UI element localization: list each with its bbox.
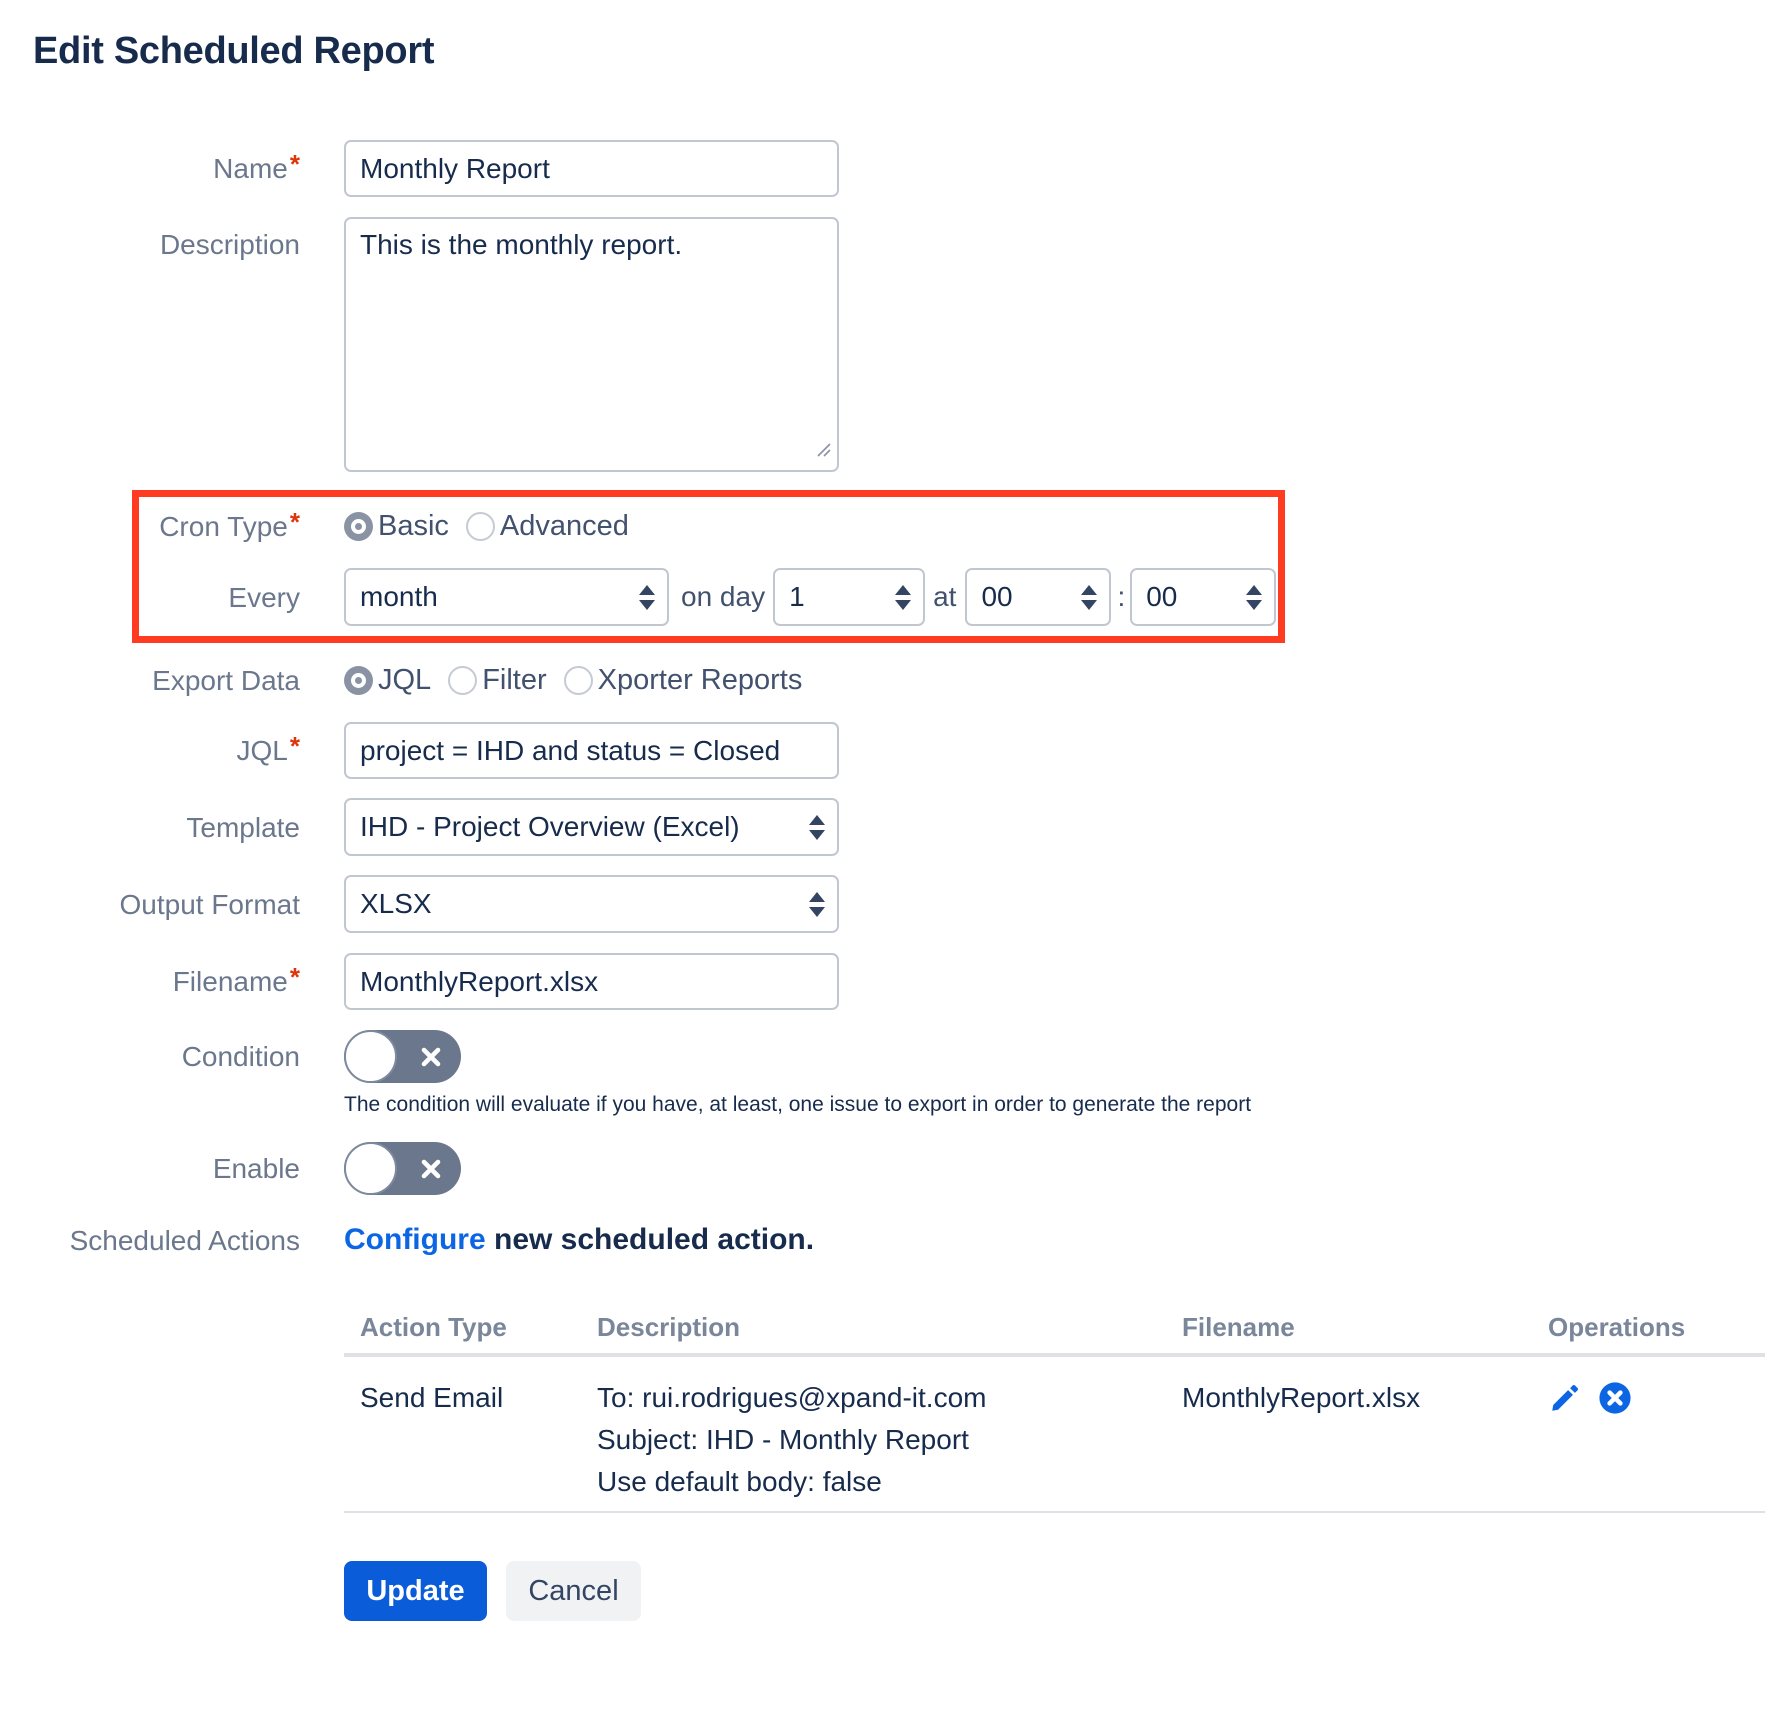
description-line: Subject: IHD - Monthly Report	[597, 1419, 1182, 1461]
cron-type-basic-label: Basic	[378, 510, 449, 543]
description-line: Use default body: false	[597, 1461, 1182, 1503]
name-label: Name*	[0, 151, 300, 186]
jql-input[interactable]	[344, 722, 839, 779]
cron-type-row: Cron Type* Basic Advanced	[139, 509, 1278, 544]
action-type-cell: Send Email	[344, 1377, 597, 1503]
spinner-arrows-icon	[895, 585, 911, 610]
scheduled-actions-label: Scheduled Actions	[0, 1223, 300, 1258]
condition-row: Condition	[0, 1030, 1792, 1083]
form-buttons: Update Cancel	[344, 1561, 1792, 1621]
cron-type-label: Cron Type*	[139, 509, 300, 544]
condition-help-text: The condition will evaluate if you have,…	[344, 1092, 1792, 1118]
every-row: Every month on day 1 at 00	[139, 568, 1278, 626]
toggle-off-x-icon	[418, 1156, 444, 1182]
page-title: Edit Scheduled Report	[33, 28, 1792, 74]
filename-row: Filename*	[0, 953, 1792, 1010]
description-row: Description This is the monthly report.	[0, 217, 1792, 472]
on-day-label: on day	[681, 581, 765, 613]
operations-cell	[1548, 1377, 1765, 1503]
export-data-filter-radio[interactable]: Filter	[448, 664, 546, 697]
table-row: Send Email To: rui.rodrigues@xpand-it.co…	[344, 1357, 1765, 1513]
toggle-off-x-icon	[418, 1044, 444, 1070]
cron-type-advanced-label: Advanced	[500, 510, 629, 543]
cron-highlight-box: Cron Type* Basic Advanced Every m	[132, 490, 1285, 643]
at-label: at	[933, 581, 956, 613]
column-header-description: Description	[597, 1312, 1182, 1343]
output-format-label: Output Format	[0, 887, 300, 922]
edit-scheduled-report-page: Edit Scheduled Report Name* Description …	[0, 0, 1792, 1724]
description-line: To: rui.rodrigues@xpand-it.com	[597, 1377, 1182, 1419]
scheduled-actions-row: Scheduled Actions Configure new schedule…	[0, 1222, 1792, 1258]
export-data-filter-label: Filter	[482, 664, 546, 697]
required-asterisk: *	[290, 149, 300, 179]
enable-row: Enable	[0, 1142, 1792, 1195]
radio-unselected-icon	[466, 512, 495, 541]
description-textarea[interactable]: This is the monthly report.	[344, 217, 839, 472]
every-period-select[interactable]: month	[344, 568, 669, 626]
spinner-arrows-icon	[809, 892, 825, 917]
name-row: Name*	[0, 140, 1792, 197]
scheduled-actions-table: Action Type Description Filename Operati…	[344, 1300, 1765, 1513]
radio-selected-icon	[344, 512, 373, 541]
condition-help-row: The condition will evaluate if you have,…	[0, 1092, 1792, 1118]
jql-label: JQL*	[0, 733, 300, 768]
export-data-xporter-reports-radio[interactable]: Xporter Reports	[564, 664, 803, 697]
column-header-filename: Filename	[1182, 1312, 1548, 1343]
radio-unselected-icon	[448, 666, 477, 695]
jql-row: JQL*	[0, 722, 1792, 779]
toggle-knob	[344, 1142, 397, 1195]
required-asterisk: *	[290, 731, 300, 761]
every-minute-select[interactable]: 00	[1130, 568, 1276, 626]
template-label: Template	[0, 810, 300, 845]
scheduled-actions-text: new scheduled action.	[486, 1223, 814, 1256]
export-data-xporter-reports-label: Xporter Reports	[598, 664, 803, 697]
export-data-jql-label: JQL	[378, 664, 431, 697]
required-asterisk: *	[290, 962, 300, 992]
scheduled-report-form: Name* Description This is the monthly re…	[0, 140, 1792, 1258]
every-label: Every	[139, 580, 300, 615]
template-row: Template IHD - Project Overview (Excel)	[0, 798, 1792, 856]
export-data-row: Export Data JQL Filter Xporter Reports	[0, 663, 1792, 698]
radio-selected-icon	[344, 666, 373, 695]
delete-x-circle-icon[interactable]	[1598, 1381, 1632, 1415]
export-data-label: Export Data	[0, 663, 300, 698]
spinner-arrows-icon	[639, 585, 655, 610]
template-select[interactable]: IHD - Project Overview (Excel)	[344, 798, 839, 856]
column-header-action-type: Action Type	[344, 1312, 597, 1343]
spinner-arrows-icon	[1081, 585, 1097, 610]
spinner-arrows-icon	[1246, 585, 1262, 610]
description-label: Description	[0, 217, 300, 262]
enable-toggle[interactable]	[344, 1142, 461, 1195]
toggle-knob	[344, 1030, 397, 1083]
spinner-arrows-icon	[809, 815, 825, 840]
output-format-row: Output Format XLSX	[0, 875, 1792, 933]
cancel-button[interactable]: Cancel	[506, 1561, 641, 1621]
radio-unselected-icon	[564, 666, 593, 695]
table-header: Action Type Description Filename Operati…	[344, 1300, 1765, 1357]
enable-label: Enable	[0, 1151, 300, 1186]
every-day-select[interactable]: 1	[773, 568, 925, 626]
description-cell: To: rui.rodrigues@xpand-it.com Subject: …	[597, 1377, 1182, 1503]
condition-toggle[interactable]	[344, 1030, 461, 1083]
edit-pencil-icon[interactable]	[1548, 1381, 1582, 1415]
filename-label: Filename*	[0, 964, 300, 999]
filename-input[interactable]	[344, 953, 839, 1010]
export-data-jql-radio[interactable]: JQL	[344, 664, 431, 697]
filename-cell: MonthlyReport.xlsx	[1182, 1377, 1548, 1503]
condition-label: Condition	[0, 1039, 300, 1074]
cron-type-basic-radio[interactable]: Basic	[344, 510, 449, 543]
required-asterisk: *	[290, 507, 300, 537]
cron-type-advanced-radio[interactable]: Advanced	[466, 510, 629, 543]
colon-separator: :	[1117, 581, 1125, 613]
output-format-select[interactable]: XLSX	[344, 875, 839, 933]
configure-link[interactable]: Configure	[344, 1223, 486, 1256]
update-button[interactable]: Update	[344, 1561, 487, 1621]
every-hour-select[interactable]: 00	[965, 568, 1111, 626]
name-input[interactable]	[344, 140, 839, 197]
column-header-operations: Operations	[1548, 1312, 1765, 1343]
